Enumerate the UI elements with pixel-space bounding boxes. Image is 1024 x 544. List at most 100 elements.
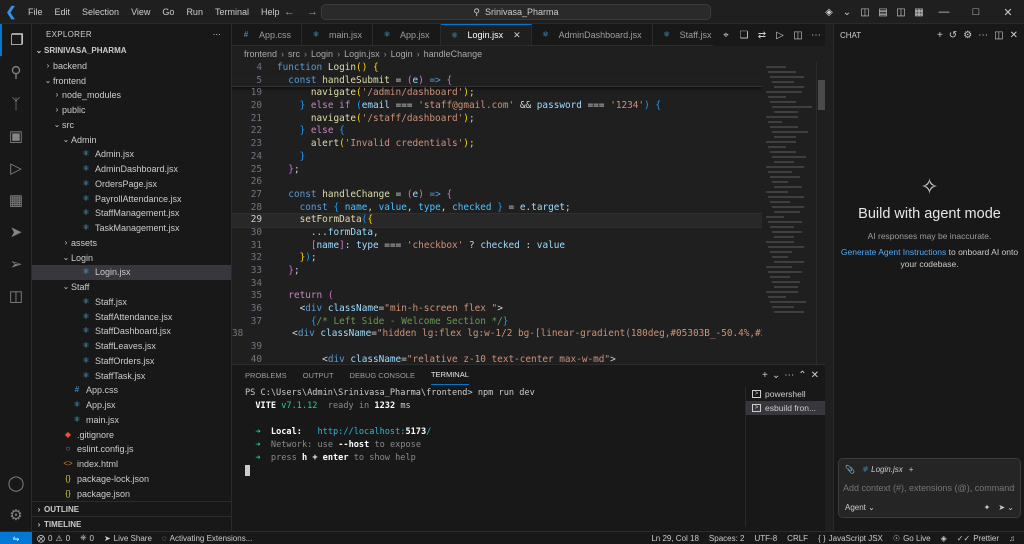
maximize-icon[interactable]: □	[960, 0, 992, 24]
minimize-icon[interactable]: —	[928, 0, 960, 24]
file-item[interactable]: ⚛ StaffDashboard.jsx	[32, 324, 231, 339]
breadcrumb-item[interactable]: Login	[311, 49, 333, 59]
problems-indicator[interactable]: ⨂ 0 ⚠ 0	[32, 534, 75, 543]
code-line[interactable]: 27 const handleChange = (e) => {	[232, 189, 762, 202]
copilot-status-icon[interactable]: ◈	[936, 534, 952, 543]
code-line[interactable]: 24 }	[232, 151, 762, 164]
remote-indicator-icon[interactable]: ⇋	[0, 531, 32, 544]
chevron-down-icon[interactable]: ⌄	[772, 370, 780, 381]
live-share-status[interactable]: ➤ Live Share	[99, 534, 157, 543]
toggle-sidebar-icon[interactable]: ◫	[856, 0, 874, 24]
split-editor-icon[interactable]: ◫	[789, 23, 807, 47]
file-item[interactable]: ○ eslint.config.js	[32, 442, 231, 457]
language-mode[interactable]: { } JavaScript JSX	[813, 534, 888, 543]
history-icon[interactable]: ↺	[949, 30, 957, 41]
run-debug-icon[interactable]: ▷	[0, 152, 32, 184]
close-icon[interactable]: ✕	[992, 0, 1024, 24]
code-line[interactable]: 33 };	[232, 265, 762, 278]
terminal-instance[interactable]: > esbuild fron...	[746, 401, 825, 415]
encoding[interactable]: UTF-8	[750, 534, 783, 543]
code-line[interactable]: 5 const handleSubmit = (e) => {	[232, 75, 762, 88]
chevron-down-icon[interactable]: ⌄	[838, 0, 856, 24]
account-icon[interactable]: ◯	[0, 467, 32, 499]
more-actions-icon[interactable]: ⋯	[807, 23, 825, 47]
customize-layout-icon[interactable]: ▦	[910, 0, 928, 24]
new-chat-icon[interactable]: +	[937, 30, 943, 41]
cube-icon[interactable]: ❏	[735, 23, 753, 47]
close-tab-icon[interactable]: ✕	[513, 30, 521, 41]
file-item[interactable]: ⚛ App.jsx	[32, 398, 231, 413]
file-item[interactable]: ⚛ StaffOrders.jsx	[32, 354, 231, 369]
local-url[interactable]: http://localhost:5173/	[317, 427, 431, 437]
toggle-secondary-sidebar-icon[interactable]: ◫	[892, 0, 910, 24]
folder-item[interactable]: ⌄ src	[32, 118, 231, 133]
extensions-icon[interactable]: ▦	[0, 184, 32, 216]
mode-picker[interactable]: Agent ⌄	[845, 503, 875, 512]
maximize-panel-icon[interactable]: ⌃	[798, 370, 806, 381]
context-chip[interactable]: ⚛ Login.jsx	[861, 465, 903, 474]
file-item[interactable]: {} package-lock.json	[32, 472, 231, 487]
code-line[interactable]: 32 });	[232, 252, 762, 265]
editor-tab[interactable]: ⚛ AdminDashboard.jsx	[532, 24, 653, 45]
code-line[interactable]: 39	[232, 341, 762, 354]
file-item[interactable]: ⚛ AdminDashboard.jsx	[32, 162, 231, 177]
code-editor[interactable]: 4 function Login() {5 const handleSubmit …	[232, 62, 762, 364]
file-item[interactable]: <> index.html	[32, 457, 231, 472]
breadcrumb-item[interactable]: frontend	[244, 49, 277, 59]
minimap[interactable]	[762, 62, 814, 364]
compare-icon[interactable]: ⇄	[753, 23, 771, 47]
tools-icon[interactable]: ✦	[984, 503, 991, 512]
code-line[interactable]: 26	[232, 176, 762, 189]
forward-arrow-icon[interactable]: →	[307, 6, 318, 18]
go-live-button[interactable]: ☉ Go Live	[888, 534, 936, 543]
tab-output[interactable]: OUTPUT	[303, 365, 334, 385]
database-icon[interactable]: ◫	[0, 280, 32, 312]
folder-item[interactable]: › backend	[32, 59, 231, 74]
new-terminal-icon[interactable]: +	[762, 370, 768, 381]
close-panel-icon[interactable]: ✕	[811, 370, 819, 381]
file-item[interactable]: ⚛ StaffTask.jsx	[32, 369, 231, 384]
file-item[interactable]: {} package.json	[32, 487, 231, 502]
folder-item[interactable]: ⌄ SRINIVASA_PHARMA	[32, 44, 231, 59]
timeline-section[interactable]: › TIMELINE	[32, 516, 232, 531]
menu-help[interactable]: Help	[255, 0, 286, 24]
indentation[interactable]: Spaces: 2	[704, 534, 750, 543]
file-item[interactable]: # App.css	[32, 383, 231, 398]
tab-problems[interactable]: PROBLEMS	[245, 365, 287, 385]
folder-item[interactable]: ⌄ Login	[32, 251, 231, 266]
menu-view[interactable]: View	[125, 0, 156, 24]
prettier-status[interactable]: ✓✓ Prettier	[952, 534, 1004, 543]
breadcrumb-item[interactable]: Login.jsx	[344, 49, 380, 59]
code-line[interactable]: 28 const { name, value, type, checked } …	[232, 202, 762, 215]
code-line[interactable]: 25 };	[232, 164, 762, 177]
scrollbar-thumb[interactable]	[818, 80, 825, 110]
send-icon[interactable]: ➢	[0, 248, 32, 280]
more-actions-icon[interactable]: ⋯	[784, 370, 794, 381]
editor-tab[interactable]: ⚛ App.jsx	[373, 24, 441, 45]
file-item[interactable]: ⚛ main.jsx	[32, 413, 231, 428]
live-share-icon[interactable]: ➤	[0, 216, 32, 248]
cursor-position[interactable]: Ln 29, Col 18	[646, 534, 704, 543]
code-line[interactable]: 36 <div className="min-h-screen flex ">	[232, 303, 762, 316]
source-control-icon[interactable]: ᛉ	[0, 88, 32, 120]
folder-item[interactable]: › node_modules	[32, 88, 231, 103]
ports-indicator[interactable]: ⎈ 0	[75, 533, 99, 543]
file-item[interactable]: ◆ .gitignore	[32, 428, 231, 443]
code-line[interactable]: 23 alert('Invalid credentials');	[232, 138, 762, 151]
generate-instructions-link[interactable]: Generate Agent Instructions	[841, 247, 946, 257]
code-line[interactable]: 35 return (	[232, 290, 762, 303]
code-line[interactable]: 20 } else if (email === 'staff@gmail.com…	[232, 100, 762, 113]
command-center[interactable]: ⚲ Srinivasa_Pharma	[321, 4, 711, 20]
notifications-icon[interactable]: ♫	[1004, 534, 1020, 543]
folder-item[interactable]: ⌄ frontend	[32, 74, 231, 89]
add-context-icon[interactable]: +	[909, 465, 914, 474]
code-line[interactable]: 21 navigate('/staff/dashboard');	[232, 113, 762, 126]
code-line[interactable]: 31 [name]: type === 'checkbox' ? checked…	[232, 240, 762, 253]
line-endings[interactable]: CRLF	[782, 534, 813, 543]
explorer-icon[interactable]: ❐	[0, 24, 32, 56]
toggle-panel-icon[interactable]: ▤	[874, 0, 892, 24]
file-item[interactable]: ⚛ TaskManagement.jsx	[32, 221, 231, 236]
more-actions-icon[interactable]: ⋯	[213, 30, 221, 39]
chat-input[interactable]	[839, 479, 1015, 497]
file-item[interactable]: ⚛ Admin.jsx	[32, 147, 231, 162]
